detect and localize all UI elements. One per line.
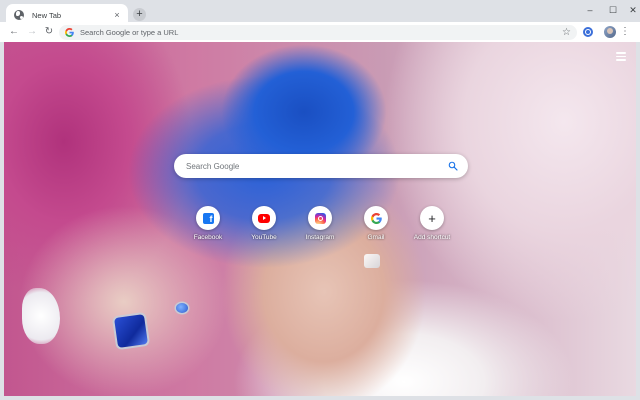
shortcut-label: Gmail bbox=[367, 234, 385, 241]
google-icon bbox=[65, 28, 74, 37]
omnibox-input[interactable] bbox=[80, 26, 563, 39]
shortcut-label: Instagram bbox=[305, 234, 335, 241]
tab-title: New Tab bbox=[32, 10, 62, 20]
forward-button[interactable]: → bbox=[26, 26, 38, 38]
globe-icon bbox=[14, 10, 24, 20]
shortcut-tile bbox=[252, 206, 276, 230]
facebook-icon: f bbox=[202, 212, 214, 224]
minimize-button[interactable]: – bbox=[583, 5, 597, 15]
shortcut-gmail[interactable]: Gmail bbox=[348, 206, 404, 241]
close-tab-icon[interactable]: × bbox=[112, 10, 122, 20]
shortcut-youtube[interactable]: YouTube bbox=[236, 206, 292, 241]
shortcut-instagram[interactable]: Instagram bbox=[292, 206, 348, 241]
shortcut-add[interactable]: + Add shortcut bbox=[404, 206, 460, 241]
google-search-box[interactable] bbox=[174, 154, 468, 178]
shortcut-label: Add shortcut bbox=[413, 234, 451, 241]
shortcut-label: YouTube bbox=[251, 234, 277, 241]
google-icon bbox=[370, 212, 382, 224]
background-ring-small bbox=[176, 303, 188, 313]
shortcut-label: Facebook bbox=[193, 234, 223, 241]
omnibox[interactable]: ☆ bbox=[59, 25, 577, 40]
youtube-icon bbox=[258, 213, 270, 223]
toolbar: ← → ↻ ☆ ⋮ bbox=[0, 22, 640, 42]
background-ring bbox=[114, 314, 148, 348]
search-icon[interactable] bbox=[448, 161, 458, 171]
new-tab-page: f Facebook YouTube Instagram bbox=[4, 42, 636, 396]
shortcuts-row: f Facebook YouTube Instagram Gmail + Add… bbox=[4, 206, 636, 250]
profile-avatar[interactable] bbox=[604, 26, 616, 38]
background-flower bbox=[22, 288, 60, 344]
back-button[interactable]: ← bbox=[8, 26, 20, 38]
background-earring bbox=[364, 254, 380, 268]
shortcut-tile: f bbox=[196, 206, 220, 230]
instagram-icon bbox=[314, 212, 326, 224]
shortcut-tile bbox=[364, 206, 388, 230]
extension-icon[interactable] bbox=[583, 27, 593, 37]
shortcut-tile bbox=[308, 206, 332, 230]
reload-button[interactable]: ↻ bbox=[43, 26, 55, 38]
browser-menu-icon[interactable]: ⋮ bbox=[620, 26, 630, 38]
shortcut-facebook[interactable]: f Facebook bbox=[180, 206, 236, 241]
shortcut-tile: + bbox=[420, 206, 444, 230]
maximize-button[interactable]: ☐ bbox=[606, 5, 620, 15]
hamburger-icon[interactable] bbox=[616, 52, 626, 61]
close-window-button[interactable]: ✕ bbox=[626, 5, 640, 15]
add-icon: + bbox=[428, 210, 436, 226]
new-tab-button[interactable]: + bbox=[133, 8, 146, 21]
bookmark-star-icon[interactable]: ☆ bbox=[562, 27, 571, 38]
search-input[interactable] bbox=[186, 161, 448, 171]
